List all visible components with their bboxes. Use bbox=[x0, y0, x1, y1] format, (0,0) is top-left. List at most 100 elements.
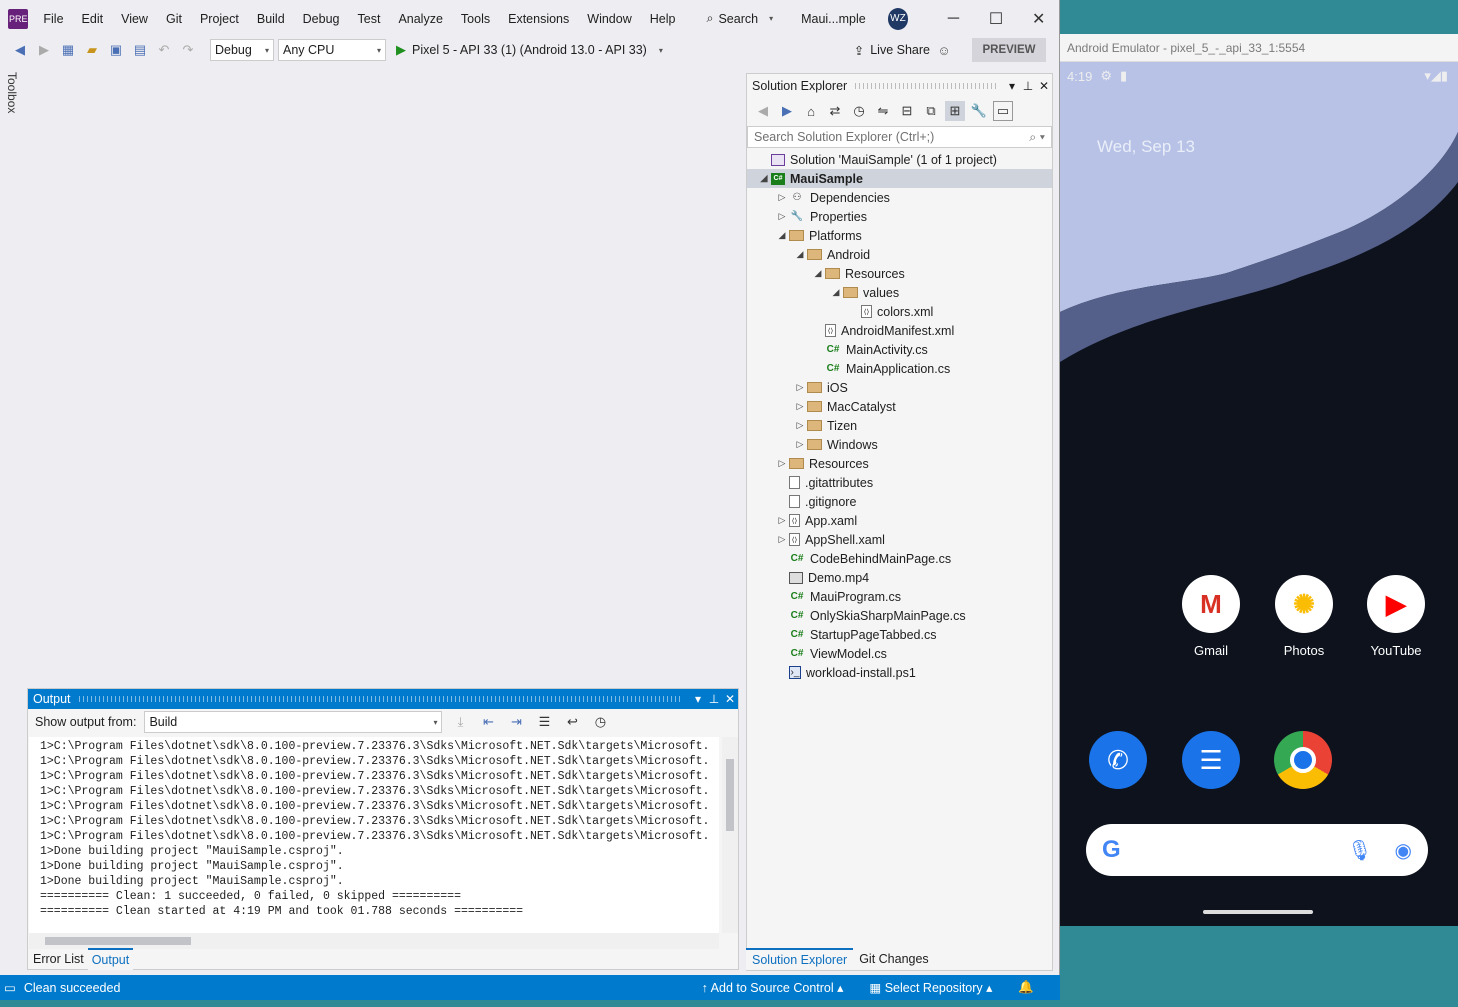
platform-select[interactable]: Any CPU ▾ bbox=[278, 39, 386, 61]
horizontal-scrollbar[interactable] bbox=[29, 933, 719, 949]
tree-item[interactable]: ▷ 🔧 Properties bbox=[747, 207, 1052, 226]
dropdown-icon[interactable]: ▾ bbox=[1004, 79, 1020, 93]
youtube-app[interactable]: ▶ YouTube bbox=[1354, 575, 1438, 658]
filter-icon[interactable]: ⊞ bbox=[945, 101, 965, 121]
expand-arrow-icon[interactable]: ▷ bbox=[775, 211, 789, 222]
tree-item[interactable]: ◢ Platforms bbox=[747, 226, 1052, 245]
expand-arrow-icon[interactable]: ▷ bbox=[793, 439, 807, 450]
tree-item[interactable]: .gitattributes bbox=[747, 473, 1052, 492]
avatar[interactable]: WZ bbox=[887, 7, 909, 30]
date-widget[interactable]: Wed, Sep 13 bbox=[1097, 137, 1195, 157]
microphone-icon[interactable]: 🎙 bbox=[1347, 838, 1372, 863]
tree-item[interactable]: ▷ Windows bbox=[747, 435, 1052, 454]
drag-grip[interactable] bbox=[855, 83, 996, 89]
tree-item[interactable]: ▷ MacCatalyst bbox=[747, 397, 1052, 416]
tree-item[interactable]: ◢ Android bbox=[747, 245, 1052, 264]
word-wrap-icon[interactable]: ↩ bbox=[562, 712, 582, 732]
menu-item-git[interactable]: Git bbox=[157, 12, 191, 26]
close-window-button[interactable]: ✕ bbox=[1017, 9, 1060, 29]
preview-badge[interactable]: PREVIEW bbox=[972, 38, 1046, 62]
tree-item[interactable]: C# MauiProgram.cs bbox=[747, 587, 1052, 606]
pin-icon[interactable]: ⊥ bbox=[1020, 79, 1036, 93]
add-to-source-control-button[interactable]: ↑ Add to Source Control ▴ bbox=[702, 980, 844, 995]
home-icon[interactable]: ⌂ bbox=[801, 101, 821, 121]
menu-item-window[interactable]: Window bbox=[578, 12, 640, 26]
run-button[interactable]: ▶ Pixel 5 - API 33 (1) (Android 13.0 - A… bbox=[396, 42, 663, 58]
search-button[interactable]: ⌕ Search ▾ bbox=[698, 11, 781, 26]
tree-item[interactable]: ›_ workload-install.ps1 bbox=[747, 663, 1052, 682]
maximize-button[interactable]: ☐ bbox=[975, 9, 1018, 29]
chrome-icon[interactable] bbox=[1274, 731, 1332, 789]
tree-item[interactable]: ⟨⟩ colors.xml bbox=[747, 302, 1052, 321]
notifications-bell-icon[interactable]: 🔔 bbox=[1018, 980, 1034, 995]
drag-grip[interactable] bbox=[78, 696, 682, 702]
pin-icon[interactable]: ⊥ bbox=[706, 692, 722, 706]
collapse-arrow-icon[interactable]: ◢ bbox=[811, 268, 825, 279]
expand-arrow-icon[interactable]: ▷ bbox=[793, 401, 807, 412]
expand-arrow-icon[interactable]: ▷ bbox=[775, 458, 789, 469]
menu-item-debug[interactable]: Debug bbox=[294, 12, 349, 26]
configuration-select[interactable]: Debug ▾ bbox=[210, 39, 274, 61]
tree-item[interactable]: ▷ iOS bbox=[747, 378, 1052, 397]
photos-app[interactable]: ✺ Photos bbox=[1262, 575, 1346, 658]
menu-item-build[interactable]: Build bbox=[248, 12, 294, 26]
collapse-arrow-icon[interactable]: ◢ bbox=[829, 287, 843, 298]
switch-views-icon[interactable]: ⇄ bbox=[825, 101, 845, 121]
pending-changes-icon[interactable]: ◷ bbox=[849, 101, 869, 121]
tree-item[interactable]: ▷ Tizen bbox=[747, 416, 1052, 435]
scroll-thumb[interactable] bbox=[726, 759, 734, 831]
tree-item[interactable]: C# CodeBehindMainPage.cs bbox=[747, 549, 1052, 568]
tree-item[interactable]: ▷ ⟨⟩ App.xaml bbox=[747, 511, 1052, 530]
tree-item[interactable]: C# StartupPageTabbed.cs bbox=[747, 625, 1052, 644]
tab-solution-explorer[interactable]: Solution Explorer bbox=[746, 948, 854, 970]
menu-item-help[interactable]: Help bbox=[641, 12, 685, 26]
menu-item-tools[interactable]: Tools bbox=[452, 12, 499, 26]
tree-item[interactable]: ▷ ⚇ Dependencies bbox=[747, 188, 1052, 207]
live-share-button[interactable]: ⇪ Live Share bbox=[854, 43, 930, 58]
vertical-scrollbar[interactable] bbox=[722, 737, 738, 933]
dropdown-icon[interactable]: ▾ bbox=[690, 692, 706, 706]
open-folder-icon[interactable]: ▰ bbox=[82, 40, 102, 60]
menu-item-file[interactable]: File bbox=[34, 12, 72, 26]
tree-item[interactable]: ◢ C# MauiSample bbox=[747, 169, 1052, 188]
tree-item[interactable]: ◢ Resources bbox=[747, 264, 1052, 283]
collapse-all-icon[interactable]: ⊟ bbox=[897, 101, 917, 121]
close-icon[interactable]: ✕ bbox=[722, 692, 738, 706]
redo-icon[interactable]: ↷ bbox=[178, 40, 198, 60]
menu-item-test[interactable]: Test bbox=[349, 12, 390, 26]
tree-item[interactable]: ⟨⟩ AndroidManifest.xml bbox=[747, 321, 1052, 340]
google-search-bar[interactable]: G 🎙 ◉ bbox=[1086, 824, 1428, 876]
tree-item[interactable]: .gitignore bbox=[747, 492, 1052, 511]
menu-item-analyze[interactable]: Analyze bbox=[389, 12, 451, 26]
next-message-icon[interactable]: ⇥ bbox=[506, 712, 526, 732]
go-to-line-icon[interactable]: ⤓ bbox=[450, 712, 470, 732]
timestamp-icon[interactable]: ◷ bbox=[590, 712, 610, 732]
tree-item[interactable]: Solution 'MauiSample' (1 of 1 project) bbox=[747, 150, 1052, 169]
tree-item[interactable]: C# MainActivity.cs bbox=[747, 340, 1052, 359]
properties-wrench-icon[interactable]: 🔧 bbox=[969, 101, 989, 121]
close-icon[interactable]: ✕ bbox=[1036, 79, 1052, 93]
tab-git-changes[interactable]: Git Changes bbox=[853, 948, 934, 970]
home-gesture-bar[interactable] bbox=[1203, 910, 1313, 914]
menu-item-view[interactable]: View bbox=[112, 12, 157, 26]
solution-search-input[interactable]: Search Solution Explorer (Ctrl+;) ⌕ ▾ bbox=[747, 126, 1052, 148]
tree-item[interactable]: ◢ values bbox=[747, 283, 1052, 302]
expand-arrow-icon[interactable]: ▷ bbox=[793, 420, 807, 431]
navigate-forward-icon[interactable]: ▶ bbox=[34, 40, 54, 60]
tree-item[interactable]: C# OnlySkiaSharpMainPage.cs bbox=[747, 606, 1052, 625]
save-icon[interactable]: ▣ bbox=[106, 40, 126, 60]
new-project-icon[interactable]: ▦ bbox=[58, 40, 78, 60]
save-all-icon[interactable]: ▤ bbox=[130, 40, 150, 60]
output-text[interactable]: 1>C:\Program Files\dotnet\sdk\8.0.100-pr… bbox=[29, 737, 719, 933]
feedback-icon[interactable]: ☺ bbox=[934, 40, 954, 60]
minimize-button[interactable]: ─ bbox=[932, 10, 975, 28]
phone-icon[interactable]: ✆ bbox=[1089, 731, 1147, 789]
tab-output[interactable]: Output bbox=[87, 948, 134, 970]
sync-icon[interactable]: ⇋ bbox=[873, 101, 893, 121]
collapse-arrow-icon[interactable]: ◢ bbox=[757, 173, 771, 184]
output-source-select[interactable]: Build ▾ bbox=[144, 711, 443, 733]
undo-icon[interactable]: ↶ bbox=[154, 40, 174, 60]
tree-item[interactable]: C# ViewModel.cs bbox=[747, 644, 1052, 663]
menu-item-project[interactable]: Project bbox=[191, 12, 248, 26]
gmail-app[interactable]: M Gmail bbox=[1169, 575, 1253, 658]
